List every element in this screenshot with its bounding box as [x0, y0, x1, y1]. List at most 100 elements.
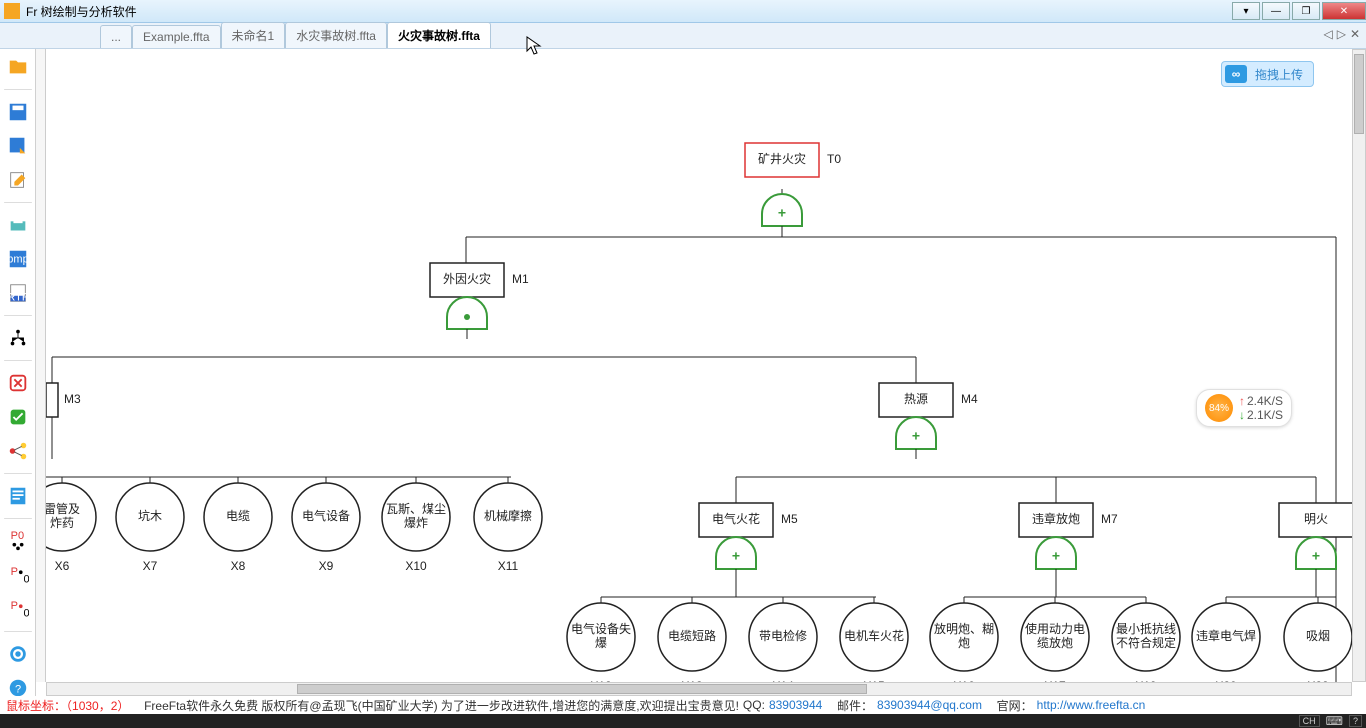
svg-text:机械摩擦: 机械摩擦	[484, 508, 532, 523]
app-logo-icon	[4, 3, 20, 19]
svg-text:X11: X11	[498, 559, 519, 573]
mail-link[interactable]: 83903944@qq.com	[877, 698, 982, 712]
tab-next-icon[interactable]: ▷	[1337, 27, 1346, 41]
ime-help[interactable]: ?	[1349, 715, 1362, 727]
svg-text:X7: X7	[143, 559, 158, 573]
diagram-canvas[interactable]: ∞ 拖拽上传 84% 2.4K/S 2.1K/S + 外因火灾 M1	[46, 49, 1352, 682]
svg-text:违章放炮: 违章放炮	[1032, 511, 1080, 526]
svg-text:P: P	[10, 566, 17, 578]
check-icon[interactable]	[4, 403, 32, 431]
canvas-area: ∞ 拖拽上传 84% 2.4K/S 2.1K/S + 外因火灾 M1	[36, 49, 1366, 696]
report-icon[interactable]	[4, 482, 32, 510]
ime-icon[interactable]: ⌨	[1326, 714, 1343, 728]
delete-icon[interactable]	[4, 369, 32, 397]
svg-text:M1: M1	[512, 272, 529, 286]
svg-text:bmp: bmp	[7, 254, 28, 266]
svg-text:X6: X6	[55, 559, 70, 573]
svg-text:瓦斯、煤尘: 瓦斯、煤尘	[386, 502, 446, 516]
site-link[interactable]: http://www.freefta.cn	[1037, 698, 1146, 712]
status-bar: 鼠标坐标：（1030，2） FreeFta软件永久免费 版权所有@孟现飞(中国矿…	[0, 696, 1366, 714]
svg-text:M4: M4	[961, 392, 978, 406]
taskbar-strip: CH ⌨ ?	[0, 714, 1366, 728]
dropdown-button[interactable]: ▾	[1232, 2, 1260, 20]
svg-text:?: ?	[14, 684, 20, 696]
tab-unnamed[interactable]: 未命名1	[221, 22, 286, 48]
tab-fire[interactable]: 火灾事故树.ffta	[387, 22, 491, 48]
svg-text:使用动力电: 使用动力电	[1025, 621, 1085, 636]
window-title: Fr 树绘制与分析软件	[26, 3, 1230, 20]
svg-text:热源: 热源	[904, 392, 928, 406]
save-icon[interactable]	[4, 98, 32, 126]
left-toolbar: bmp RTF P0 P0 P0 ?	[0, 49, 36, 709]
save-as-icon[interactable]	[4, 132, 32, 160]
svg-text:P: P	[10, 600, 17, 612]
vertical-scrollbar[interactable]	[1352, 49, 1366, 682]
hscroll-thumb[interactable]	[297, 684, 867, 694]
svg-text:+: +	[732, 548, 740, 564]
svg-text:爆炸: 爆炸	[404, 516, 428, 530]
tab-bar: ... Example.ffta 未命名1 水灾事故树.ffta 火灾事故树.f…	[0, 23, 1366, 49]
svg-text:雷管及: 雷管及	[46, 501, 80, 516]
vertical-ruler	[36, 49, 46, 682]
svg-text:带电检修: 带电检修	[759, 628, 807, 643]
tab-flood[interactable]: 水灾事故树.ffta	[285, 22, 387, 48]
svg-text:0: 0	[23, 573, 29, 585]
svg-text:吸烟: 吸烟	[1306, 629, 1330, 643]
svg-text:M5: M5	[781, 512, 798, 526]
svg-text:电气设备失: 电气设备失	[571, 621, 631, 636]
tree-icon[interactable]	[4, 324, 32, 352]
tab-example[interactable]: Example.ffta	[132, 25, 220, 48]
svg-text:电缆: 电缆	[226, 509, 250, 523]
svg-text:外因火灾: 外因火灾	[443, 271, 491, 286]
svg-text:爆: 爆	[595, 636, 607, 650]
export-rtf-icon[interactable]: RTF	[4, 279, 32, 307]
tab-prev-icon[interactable]: ◁	[1323, 27, 1332, 41]
fault-tree-svg: + 外因火灾 M1 M3 热源 M4 +	[46, 49, 1352, 682]
svg-text:最小抵抗线: 最小抵抗线	[1116, 621, 1176, 636]
window-buttons: ▾ — ❐ ✕	[1230, 2, 1366, 20]
svg-text:RTF: RTF	[7, 291, 28, 303]
svg-text:电气设备: 电气设备	[302, 508, 350, 523]
p-red-icon[interactable]: P0	[4, 595, 32, 623]
title-bar: Fr 树绘制与分析软件 ▾ — ❐ ✕	[0, 0, 1366, 23]
edit-icon[interactable]	[4, 166, 32, 194]
svg-text:电机车火花: 电机车火花	[844, 628, 904, 643]
minimize-button[interactable]: —	[1262, 2, 1290, 20]
svg-text:P0: P0	[10, 530, 23, 542]
horizontal-scrollbar[interactable]	[46, 682, 1352, 696]
svg-text:X9: X9	[319, 559, 334, 573]
tab-0[interactable]: ...	[100, 25, 132, 48]
svg-text:违章电气焊: 违章电气焊	[1196, 628, 1256, 643]
ime-indicator[interactable]: CH	[1299, 715, 1320, 727]
svg-text:X10: X10	[405, 559, 427, 573]
svg-text:放明炮、糊: 放明炮、糊	[934, 621, 994, 636]
svg-text:0: 0	[23, 607, 29, 619]
svg-text:缆放炮: 缆放炮	[1037, 635, 1073, 650]
svg-text:不符合规定: 不符合规定	[1116, 635, 1176, 650]
svg-text:+: +	[912, 428, 920, 444]
p-dot-icon[interactable]: P0	[4, 561, 32, 589]
svg-text:炸药: 炸药	[50, 516, 74, 530]
svg-text:X8: X8	[231, 559, 246, 573]
p0-tree-icon[interactable]: P0	[4, 527, 32, 555]
svg-text:电气火花: 电气火花	[712, 511, 760, 526]
svg-text:+: +	[1052, 548, 1060, 564]
print-icon[interactable]	[4, 211, 32, 239]
svg-text:坑木: 坑木	[138, 508, 162, 523]
svg-text:+: +	[1312, 548, 1320, 564]
settings-icon[interactable]	[4, 640, 32, 668]
svg-text:矿井火灾: 矿井火灾	[758, 151, 806, 166]
qq-link[interactable]: 83903944	[769, 698, 822, 712]
svg-text:炮: 炮	[958, 636, 970, 650]
export-bmp-icon[interactable]: bmp	[4, 245, 32, 273]
vscroll-thumb[interactable]	[1354, 54, 1364, 134]
share-icon[interactable]	[4, 437, 32, 465]
tab-close-icon[interactable]: ✕	[1350, 27, 1360, 41]
open-folder-icon[interactable]	[4, 53, 32, 81]
svg-text:M7: M7	[1101, 512, 1118, 526]
close-button[interactable]: ✕	[1322, 2, 1366, 20]
svg-text:+: +	[778, 205, 786, 221]
svg-text:M3: M3	[64, 392, 81, 406]
restore-button[interactable]: ❐	[1292, 2, 1320, 20]
svg-text:明火: 明火	[1304, 512, 1328, 526]
